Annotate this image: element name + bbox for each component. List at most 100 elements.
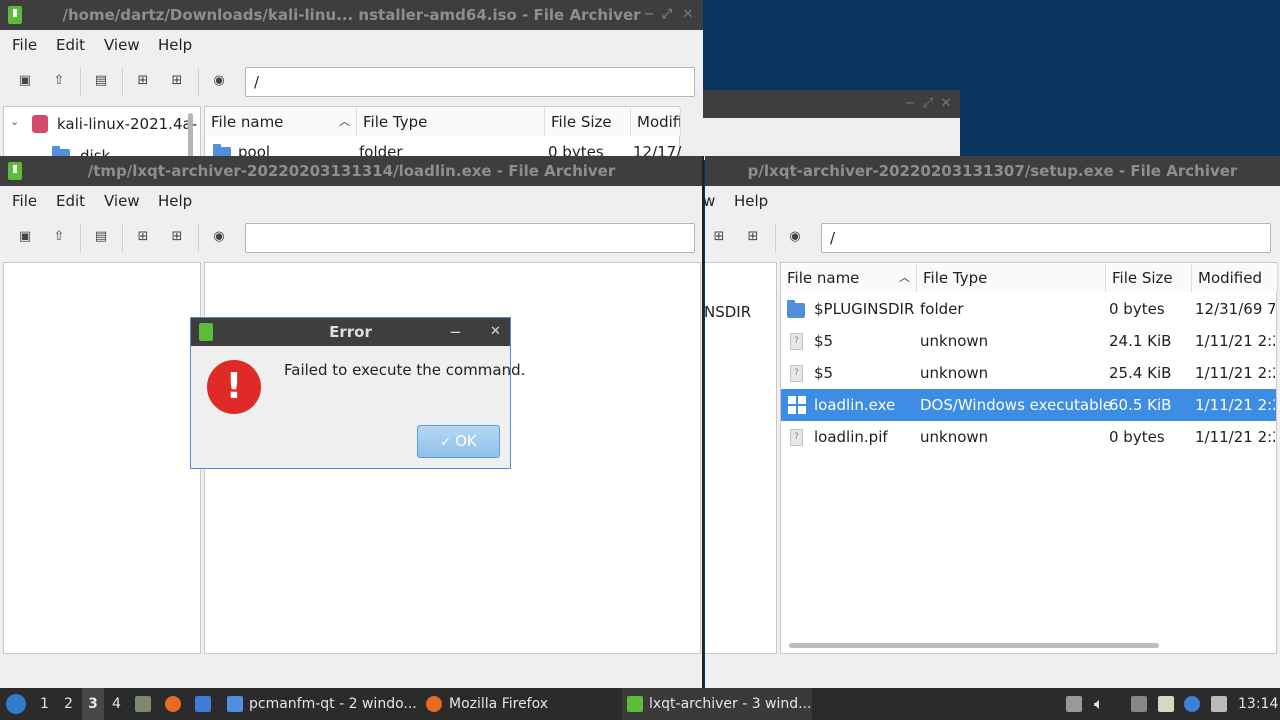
window-titlebar[interactable]: /home/dartz/Downloads/kali-linu... nstal… [0, 0, 703, 30]
firefox-task-icon [426, 696, 442, 712]
add-file-icon[interactable]: ⊞ [135, 73, 151, 89]
tree-item-root[interactable]: kali-linux-2021.4a- [57, 115, 197, 133]
toolbar: ⊞ ⊞ ◉ / [705, 218, 1280, 258]
col-modified[interactable]: Modified [1192, 264, 1278, 292]
col-file-size[interactable]: File Size [545, 108, 631, 136]
table-row[interactable]: ? $5 unknown 25.4 KiB 1/11/21 2:2 [781, 357, 1276, 389]
col-file-type[interactable]: File Type [357, 108, 545, 136]
maximize-icon[interactable]: ⤢ [656, 0, 678, 30]
col-file-name[interactable]: File name ︿ [205, 108, 357, 136]
file-manager-launcher-icon[interactable] [135, 696, 151, 712]
menubar: File Edit View Help [0, 30, 703, 60]
window-titlebar[interactable]: /tmp/lxqt-archiver-20220203131314/loadli… [0, 156, 703, 186]
start-menu-icon[interactable] [6, 694, 26, 714]
firefox-launcher-icon[interactable] [165, 696, 181, 712]
archiver-app-icon [199, 323, 213, 341]
error-dialog: Error − ✕ ! Failed to execute the comman… [190, 317, 525, 469]
add-folder-icon[interactable]: ⊞ [745, 229, 761, 245]
row-type: unknown [920, 428, 989, 446]
expand-icon[interactable]: ⌄ [10, 115, 19, 128]
toolbar: ▣ ⇧ ▤ ⊞ ⊞ ◉ [0, 218, 703, 258]
menu-view[interactable]: View [104, 192, 140, 210]
tray-eject-icon[interactable] [1066, 696, 1082, 712]
menu-view[interactable]: View [104, 36, 140, 54]
error-message: Failed to execute the command. [284, 361, 526, 379]
stop-icon[interactable]: ◉ [787, 229, 803, 245]
dialog-titlebar[interactable]: Error − ✕ [191, 318, 510, 346]
workspace-1[interactable]: 1 [40, 688, 49, 720]
menu-help[interactable]: Help [158, 36, 192, 54]
dialog-title: Error [329, 323, 372, 341]
location-input[interactable]: / [821, 223, 1271, 253]
unknown-file-icon: ? [790, 333, 803, 350]
battery-icon[interactable] [1211, 696, 1227, 712]
menu-edit[interactable]: Edit [56, 36, 85, 54]
new-archive-icon[interactable]: ▣ [17, 229, 33, 245]
col-file-name[interactable]: File name ︿ [781, 264, 917, 292]
close-icon[interactable]: ✕ [490, 318, 501, 346]
row-size: 24.1 KiB [1109, 332, 1172, 350]
table-row-selected[interactable]: loadlin.exe DOS/Windows executable 60.5 … [781, 389, 1276, 421]
menu-view[interactable]: w [705, 192, 715, 210]
task-lxqt-archiver[interactable]: lxqt-archiver - 3 wind... [649, 688, 812, 720]
folder-tree: ⌄ kali-linux-2021.4a- disk [3, 106, 201, 158]
menu-help[interactable]: Help [734, 192, 768, 210]
network-icon[interactable] [1131, 696, 1147, 712]
tree-item-pluginsdir[interactable]: NSDIR [705, 303, 751, 321]
notification-icon[interactable] [1184, 696, 1200, 712]
col-modified[interactable]: Modifi [631, 108, 681, 136]
volume-icon[interactable]: 🔈︎ [1094, 688, 1104, 720]
add-file-icon[interactable]: ⊞ [135, 229, 151, 245]
table-row[interactable]: ? loadlin.pif unknown 0 bytes 1/11/21 2:… [781, 421, 1276, 453]
add-folder-icon[interactable]: ⊞ [169, 229, 185, 245]
close-icon[interactable]: ✕ [935, 90, 957, 119]
row-name: $PLUGINSDIR [814, 300, 915, 318]
row-name: loadlin.exe [814, 396, 896, 414]
stop-icon[interactable]: ◉ [211, 73, 227, 89]
workspace-3[interactable]: 3 [82, 688, 104, 720]
extract-icon[interactable]: ▤ [93, 229, 109, 245]
row-type: folder [920, 300, 964, 318]
row-size: 0 bytes [1109, 300, 1165, 318]
table-row[interactable]: $PLUGINSDIR folder 0 bytes 12/31/69 7:0 [781, 293, 1276, 325]
clipboard-icon[interactable] [1158, 696, 1174, 712]
window-title: /tmp/lxqt-archiver-20220203131314/loadli… [87, 162, 616, 180]
row-size: 25.4 KiB [1109, 364, 1172, 382]
window-title: /home/dartz/Downloads/kali-linu... nstal… [62, 6, 641, 24]
col-file-type[interactable]: File Type [917, 264, 1106, 292]
add-folder-icon[interactable]: ⊞ [169, 73, 185, 89]
close-icon[interactable]: ✕ [677, 0, 699, 30]
task-firefox[interactable]: Mozilla Firefox [449, 688, 548, 720]
ok-button[interactable]: ✓ OK [417, 425, 500, 458]
task-pcmanfm[interactable]: pcmanfm-qt - 2 windo... [249, 688, 417, 720]
row-modified: 1/11/21 2:2 [1195, 332, 1275, 350]
stop-icon[interactable]: ◉ [211, 229, 227, 245]
clock[interactable]: 13:14 [1238, 688, 1278, 720]
checkmark-icon: ✓ [440, 435, 452, 450]
menu-file[interactable]: File [12, 192, 37, 210]
location-input[interactable] [245, 223, 695, 253]
open-archive-icon[interactable]: ⇧ [51, 73, 67, 89]
row-name: $5 [814, 364, 834, 382]
open-archive-icon[interactable]: ⇧ [51, 229, 67, 245]
menu-edit[interactable]: Edit [56, 192, 85, 210]
workspace-2[interactable]: 2 [64, 688, 73, 720]
archiver-window-setup: p/lxqt-archiver-20220203131307/setup.exe… [705, 156, 1280, 688]
horizontal-scrollbar[interactable] [789, 643, 1159, 648]
extract-icon[interactable]: ▤ [93, 73, 109, 89]
window-title: p/lxqt-archiver-20220203131307/setup.exe… [747, 162, 1238, 180]
window-titlebar[interactable]: p/lxqt-archiver-20220203131307/setup.exe… [705, 156, 1280, 186]
archiver-window-kali: /home/dartz/Downloads/kali-linu... nstal… [0, 0, 703, 158]
show-desktop-icon[interactable] [195, 696, 211, 712]
disc-image-icon [32, 115, 48, 133]
location-input[interactable]: / [245, 67, 695, 97]
minimize-icon[interactable]: − [449, 318, 462, 346]
table-row[interactable]: ? $5 unknown 24.1 KiB 1/11/21 2:2 [781, 325, 1276, 357]
col-file-size[interactable]: File Size [1106, 264, 1192, 292]
menu-file[interactable]: File [12, 36, 37, 54]
tree-scrollbar[interactable] [188, 113, 193, 158]
add-file-icon[interactable]: ⊞ [711, 229, 727, 245]
new-archive-icon[interactable]: ▣ [17, 73, 33, 89]
workspace-4[interactable]: 4 [112, 688, 121, 720]
menu-help[interactable]: Help [158, 192, 192, 210]
